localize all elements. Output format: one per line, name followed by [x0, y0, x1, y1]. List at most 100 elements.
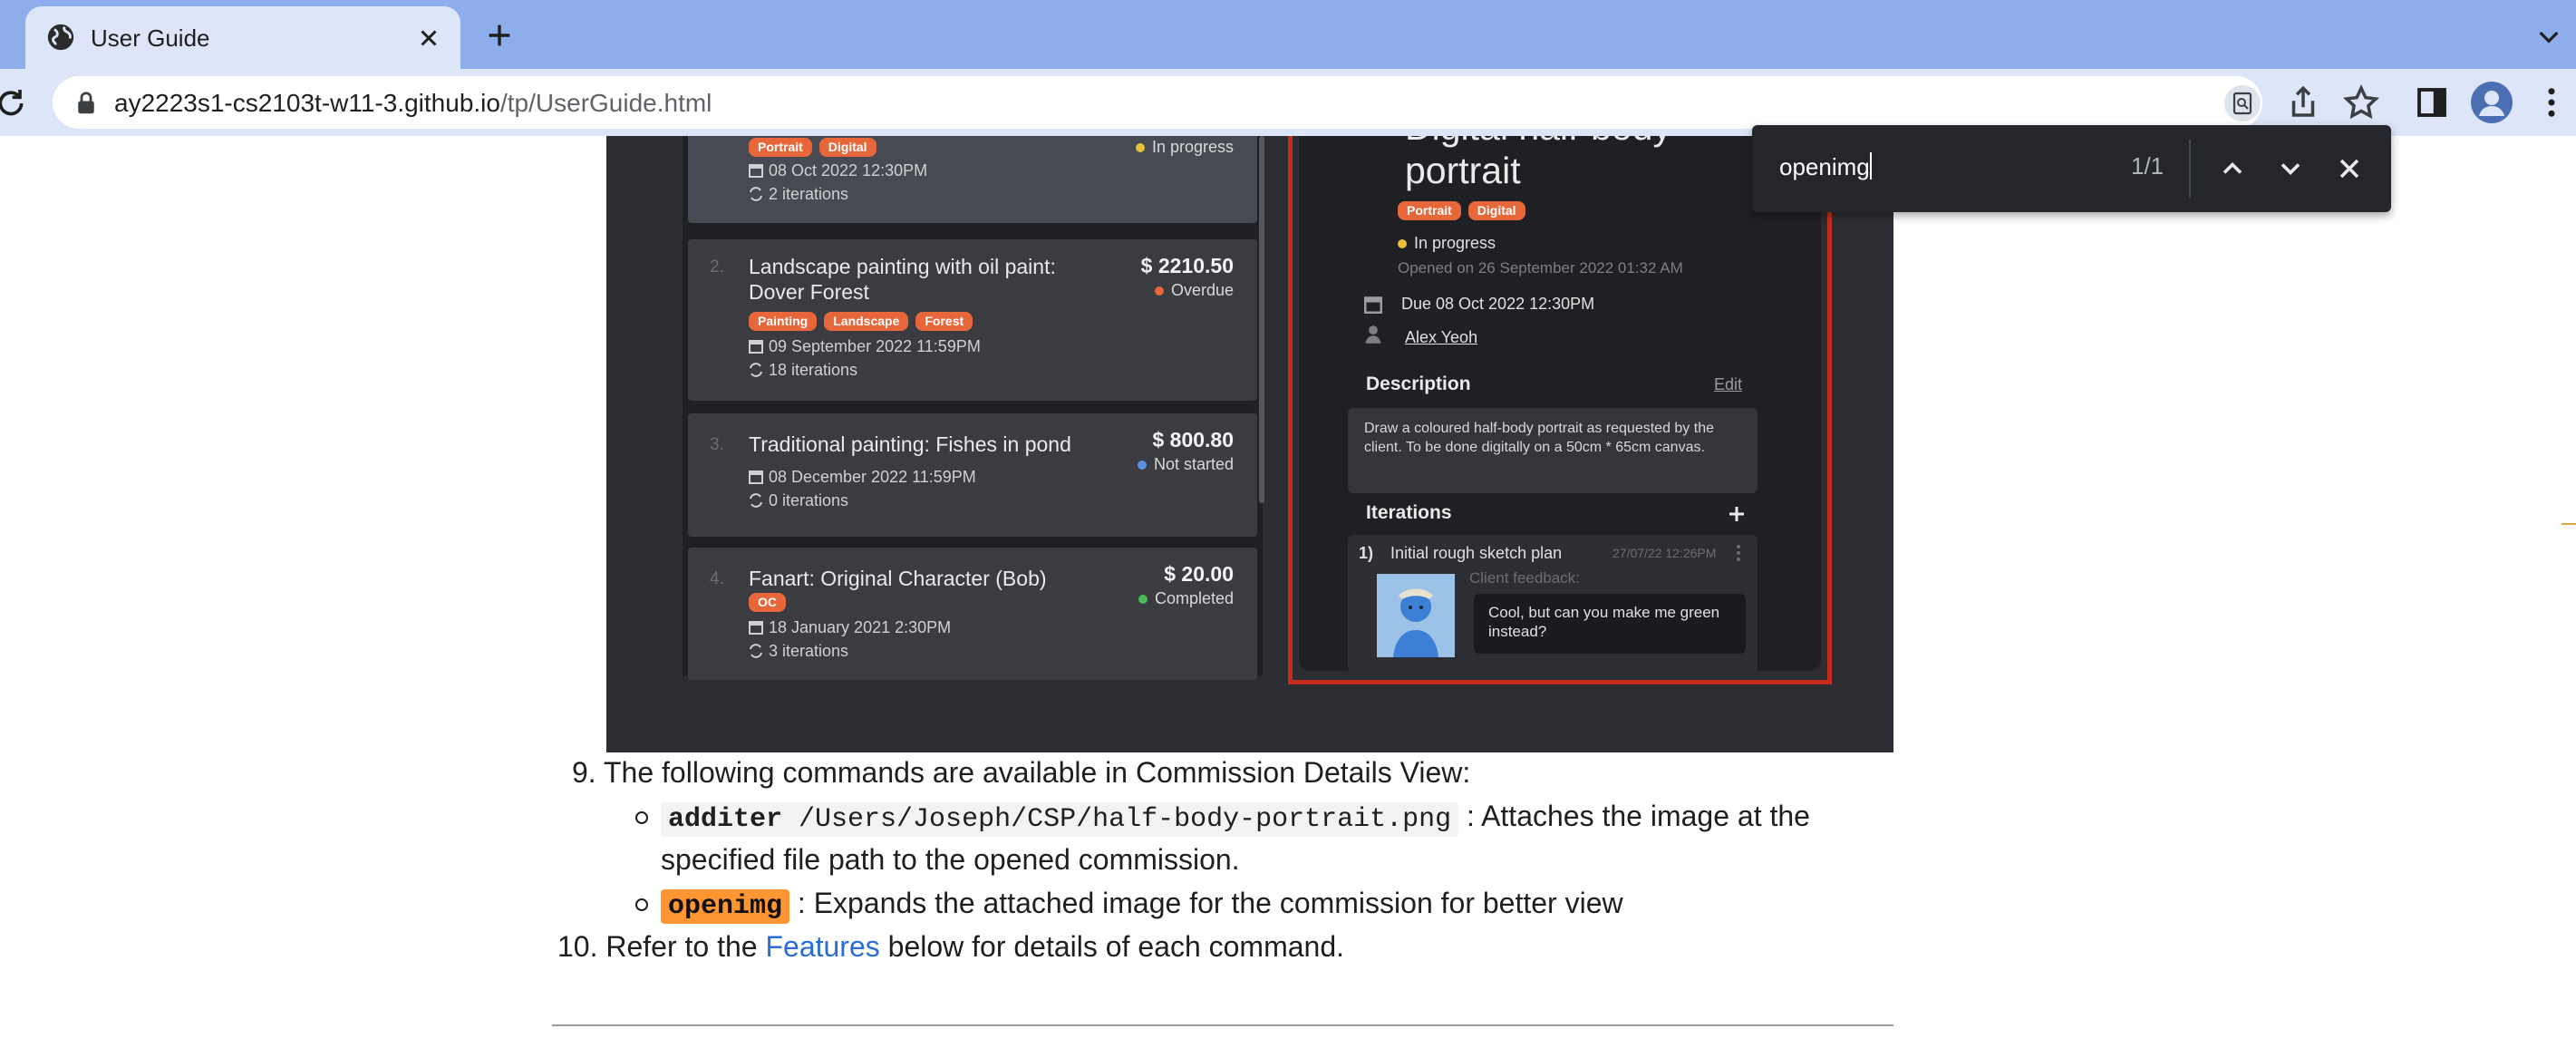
url-path: /tp/UserGuide.html — [499, 89, 712, 117]
reload-icon[interactable] — [0, 85, 29, 121]
more-menu-icon[interactable] — [2532, 83, 2571, 121]
page-content: Portrait Digital In progress 08 Oct 2022 … — [0, 136, 2576, 1048]
card-index: 4. — [710, 569, 724, 588]
refresh-icon — [750, 493, 762, 508]
status-text: In progress — [1414, 234, 1496, 252]
side-panel-icon[interactable] — [2413, 83, 2451, 121]
new-tab-icon[interactable] — [484, 20, 515, 51]
character-drawing-icon — [1393, 588, 1438, 657]
scroll-marker — [2561, 523, 2576, 525]
iteration-number: 1) — [1359, 544, 1374, 562]
status-dot — [1135, 143, 1145, 153]
url-host: ay2223s1-cs2103t-w11-3.github.io — [114, 89, 500, 117]
item-number: 9. — [572, 756, 596, 789]
card-date: 09 September 2022 11:59PM — [749, 337, 981, 356]
find-divider — [2189, 140, 2191, 198]
list-item-10: 10. Refer to the Features below for deta… — [557, 927, 1344, 966]
status-dot — [1138, 595, 1148, 605]
card-status: Completed — [1138, 589, 1234, 608]
list-bullet — [635, 811, 648, 824]
tag: Landscape — [824, 312, 909, 331]
star-icon[interactable] — [2342, 83, 2380, 121]
section-divider — [552, 1024, 1893, 1026]
command-openimg: openimg : Expands the attached image for… — [661, 883, 1623, 927]
status-dot — [1154, 286, 1164, 296]
status-text: Overdue — [1170, 281, 1234, 299]
detail-customer: Alex Yeoh — [1405, 328, 1478, 346]
tag: OC — [749, 593, 786, 612]
tag: Painting — [749, 312, 818, 331]
card-price: $ 2210.50 — [1140, 254, 1234, 277]
card-tags: OC — [749, 593, 793, 612]
date-text: 09 September 2022 11:59PM — [769, 337, 981, 355]
commission-card-2: 2. Landscape painting with oil paint: Do… — [688, 239, 1257, 401]
detail-tags: Portrait Digital — [1398, 201, 1533, 220]
status-text: In progress — [1151, 138, 1234, 156]
iterations-heading: Iterations — [1366, 502, 1452, 523]
tab-user-guide[interactable]: User Guide — [25, 6, 460, 69]
iterations-text: 18 iterations — [769, 361, 858, 379]
tab-title: User Guide — [91, 24, 210, 52]
url-text[interactable]: ay2223s1-cs2103t-w11-3.github.io/tp/User… — [114, 89, 712, 118]
card-price: $ 800.80 — [1152, 428, 1234, 451]
refresh-icon — [750, 644, 762, 658]
plus-icon — [1729, 507, 1744, 521]
commission-card-1: Portrait Digital In progress 08 Oct 2022 … — [688, 136, 1257, 223]
text-caret — [1869, 152, 1872, 180]
list-scrollbar — [1259, 136, 1264, 503]
find-match-highlight: openimg — [661, 889, 790, 924]
detail-due: Due 08 Oct 2022 12:30PM — [1401, 295, 1595, 313]
feedback-label: Client feedback: — [1469, 569, 1580, 587]
card-date: 08 December 2022 11:59PM — [749, 468, 976, 487]
status-text: Completed — [1154, 589, 1234, 607]
find-in-page-button[interactable] — [2224, 85, 2261, 121]
address-bar[interactable]: ay2223s1-cs2103t-w11-3.github.io/tp/User… — [53, 76, 2262, 129]
calendar-icon — [1364, 296, 1382, 314]
edit-link: Edit — [1714, 375, 1743, 393]
command-code: additer /Users/Joseph/CSP/half-body-port… — [661, 802, 1459, 837]
card-date: 18 January 2021 2:30PM — [749, 618, 951, 637]
find-bar: openimg 1/1 — [1752, 125, 2391, 212]
command-additer: additer /Users/Joseph/CSP/half-body-port… — [661, 796, 1810, 839]
iteration-date: 27/07/22 12:26PM — [1612, 546, 1717, 560]
description-box: Draw a coloured half-body portrait as re… — [1348, 408, 1758, 493]
next-match-icon[interactable] — [2274, 152, 2307, 185]
feedback-box: Cool, but can you make me green instead? — [1474, 594, 1746, 654]
feedback-text: Cool, but can you make me green instead? — [1488, 604, 1720, 640]
date-text: 18 January 2021 2:30PM — [769, 618, 952, 636]
tag: Portrait — [749, 138, 812, 157]
detail-title-line1: Digital half-body — [1405, 136, 1671, 149]
refresh-icon — [750, 187, 762, 201]
previous-match-icon[interactable] — [2216, 152, 2249, 185]
card-status: Not started — [1137, 455, 1234, 474]
list-item-9: 9. The following commands are available … — [572, 752, 1470, 792]
iterations-text: 2 iterations — [769, 185, 849, 203]
profile-avatar[interactable] — [2471, 82, 2513, 123]
share-icon[interactable] — [2284, 83, 2322, 121]
find-input[interactable]: openimg — [1779, 152, 1872, 181]
close-find-icon[interactable] — [2333, 152, 2366, 185]
status-text: Not started — [1153, 455, 1234, 473]
chevron-down-icon[interactable] — [2534, 22, 2563, 51]
features-link[interactable]: Features — [765, 930, 879, 963]
calendar-icon — [749, 340, 763, 354]
command-description: : Attaches the image at the — [1458, 800, 1810, 832]
iteration-title: Initial rough sketch plan — [1390, 544, 1563, 562]
item-text: The following commands are available in … — [604, 756, 1471, 789]
card-status: Overdue — [1154, 281, 1234, 300]
tag: Digital — [818, 138, 876, 157]
close-tab-icon[interactable] — [415, 24, 442, 52]
card-price: $ 20.00 — [1164, 562, 1234, 586]
find-match-count: 1/1 — [2131, 152, 2164, 180]
commission-card-4: 4. Fanart: Original Character (Bob) $ 20… — [688, 548, 1257, 680]
lock-icon[interactable] — [74, 90, 98, 117]
card-1-iterations: 2 iterations — [749, 185, 848, 204]
card-1-date: 08 Oct 2022 12:30PM — [749, 161, 927, 180]
card-iterations: 18 iterations — [749, 361, 857, 380]
detail-opened: Opened on 26 September 2022 01:32 AM — [1398, 259, 1683, 277]
command-name: additer — [668, 804, 783, 835]
card-title: Fanart: Original Character (Bob) — [749, 567, 1047, 590]
item-text-post: below for details of each command. — [879, 930, 1345, 963]
list-bullet — [635, 898, 648, 911]
card-iterations: 0 iterations — [749, 491, 848, 510]
